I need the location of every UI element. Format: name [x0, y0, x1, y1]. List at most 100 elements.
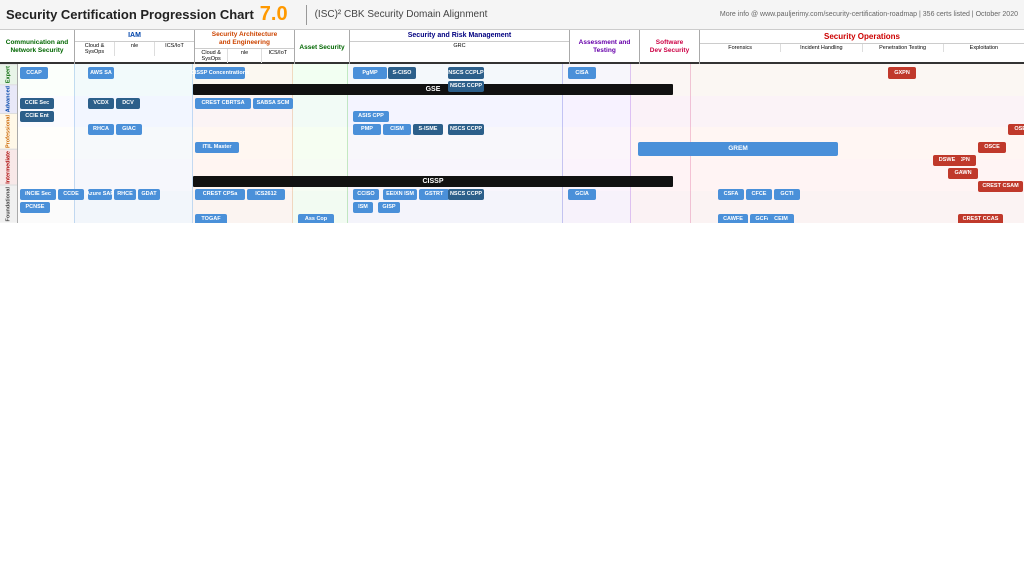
cert-ccie-sec[interactable]: CCIE Sec — [20, 98, 54, 109]
col-secops-sub2: Incident Handling — [781, 44, 862, 52]
col-risk: Security and Risk Management GRC — [350, 30, 570, 64]
main-grid: GSE CISSP CASP+ Programming Language: Py… — [18, 64, 1024, 223]
cert-gcti[interactable]: GCTI — [774, 189, 800, 200]
cert-gisp[interactable]: GISP — [378, 202, 400, 213]
cert-itil-master[interactable]: ITIL Master — [195, 142, 239, 153]
cert-osce[interactable]: OSCE — [978, 142, 1006, 153]
cert-crest-cpsa[interactable]: CREST CPSa — [195, 189, 245, 200]
col-iam-sub1: Cloud & SysOps — [75, 42, 115, 56]
col-comms-label: Communication andNetwork Security — [6, 39, 68, 55]
cert-dswe[interactable]: DSWE — [933, 155, 961, 166]
row-expert: Expert — [0, 64, 17, 84]
cert-dcv[interactable]: DCV — [116, 98, 140, 109]
app-container: Security Certification Progression Chart… — [0, 0, 1024, 223]
cert-sabsa-scm[interactable]: SABSA SCM — [253, 98, 293, 109]
cert-grem[interactable]: GREM — [638, 142, 838, 156]
cert-cciso[interactable]: CCISO — [353, 189, 379, 200]
col-secops-label: Security Operations — [824, 32, 900, 41]
col-software-label: SoftwareDev Security — [650, 39, 689, 55]
col-iam-label: IAM — [128, 30, 141, 39]
col-asset-label: Asset Security — [299, 44, 344, 51]
cert-pmp[interactable]: PMP — [353, 124, 381, 135]
cert-vcdx[interactable]: VCDX — [88, 98, 114, 109]
col-asset: Asset Security — [295, 30, 350, 64]
cissp-bar: CISSP — [193, 176, 673, 187]
cert-osee[interactable]: OSEE — [1008, 124, 1024, 135]
cert-gcia[interactable]: GCIA — [568, 189, 596, 200]
cert-cisa[interactable]: CISA — [568, 67, 596, 79]
row-labels: Expert Advanced Professional Intermediat… — [0, 64, 18, 223]
cert-nscs-ccpp3[interactable]: NSCS CCPP — [448, 189, 484, 200]
cert-cism[interactable]: CISM — [383, 124, 411, 135]
cert-crest-csam[interactable]: CREST CSAM — [978, 181, 1023, 192]
cert-cawfe[interactable]: CAWFE — [718, 214, 748, 223]
col-arch-subs: Cloud & SysOps nle ICS/IoT — [195, 48, 294, 63]
cert-giac[interactable]: GIAC — [116, 124, 142, 135]
cert-ceim[interactable]: CEIM — [768, 214, 794, 223]
col-iam-sub3: ICS/IoT — [155, 42, 194, 56]
cert-azure-sap[interactable]: Azure SAP — [88, 189, 112, 200]
col-risk-sub1: GRC — [350, 42, 569, 50]
cert-pgmp[interactable]: PgMP — [353, 67, 387, 79]
cert-gawn[interactable]: GAWN — [948, 168, 978, 179]
col-assess: Assessment andTesting — [570, 30, 640, 64]
cert-ass-cop[interactable]: Ass Cop — [298, 214, 334, 223]
cert-rhca[interactable]: RHCA — [88, 124, 114, 135]
cert-nscs-ccplp[interactable]: NSCS CCPLP — [448, 67, 484, 79]
cert-rhce[interactable]: RHCE — [114, 189, 136, 200]
cert-s-isme[interactable]: S-ISME — [413, 124, 443, 135]
cert-gxpn-top[interactable]: GXPN — [888, 67, 916, 79]
page-title: Security Certification Progression Chart — [6, 7, 254, 22]
col-iam-sub2: nle — [115, 42, 155, 56]
col-assess-label: Assessment andTesting — [579, 39, 631, 55]
col-risk-subs: GRC — [350, 41, 569, 50]
cert-gstrt[interactable]: GSTRT — [419, 189, 449, 200]
col-arch-sub2: nle — [228, 49, 261, 63]
cert-pcnse[interactable]: PCNSE — [20, 202, 50, 213]
col-secops-sub4: Exploitation — [944, 44, 1024, 52]
col-risk-label: Security and Risk Management — [408, 32, 511, 39]
cert-nscs-ccpp2[interactable]: NSCS CCPP — [448, 124, 484, 135]
col-software: SoftwareDev Security — [640, 30, 700, 64]
col-iam: IAM Cloud & SysOps nle ICS/IoT — [75, 30, 195, 64]
col-arch: Security Architectureand Engineering Clo… — [195, 30, 295, 64]
col-arch-sub3: ICS/IoT — [262, 49, 294, 63]
cert-aws-sa[interactable]: AWS SA — [88, 67, 114, 79]
version-badge: 7.0 — [260, 3, 288, 26]
header: Security Certification Progression Chart… — [0, 0, 1024, 30]
cert-crest-ccas[interactable]: CREST CCAS — [958, 214, 1003, 223]
cert-ccie-ent[interactable]: CCIE Ent — [20, 111, 54, 122]
cert-s-ciso[interactable]: S-CISO — [388, 67, 416, 79]
col-secops: Security Operations Forensics Incident H… — [700, 30, 1024, 64]
cert-nscs-ccpp[interactable]: NSCS CCPP — [448, 81, 484, 92]
cert-ccde[interactable]: CCDE — [58, 189, 84, 200]
col-arch-label: Security Architectureand Engineering — [212, 31, 278, 47]
cert-csfa[interactable]: CSFA — [718, 189, 744, 200]
row-professional: Professional — [0, 113, 17, 149]
col-iam-subs: Cloud & SysOps nle ICS/IoT — [75, 41, 194, 56]
cert-ics2612[interactable]: ICS2612 — [247, 189, 285, 200]
col-arch-sub1: Cloud & SysOps — [195, 49, 228, 63]
header-divider — [306, 5, 307, 25]
cert-gdat[interactable]: GDAT — [138, 189, 160, 200]
cert-crest-cbrtsa[interactable]: CREST CBRTSA — [195, 98, 251, 109]
cert-cissp-conc[interactable]: CISSP Concentrations — [195, 67, 245, 79]
cert-asis-cpp[interactable]: ASIS CPP — [353, 111, 389, 122]
cert-ccap[interactable]: CCAP — [20, 67, 48, 79]
row-intermediate: Intermediate — [0, 149, 17, 185]
cbk-title: (ISC)² CBK Security Domain Alignment — [315, 9, 720, 20]
column-headers: Communication andNetwork Security IAM Cl… — [0, 30, 1024, 64]
col-secops-subs: Forensics Incident Handling Penetration … — [700, 43, 1024, 52]
cert-ism[interactable]: ISM — [353, 202, 373, 213]
content-area: Expert Advanced Professional Intermediat… — [0, 64, 1024, 223]
col-secops-sub1: Forensics — [700, 44, 781, 52]
cert-cfce[interactable]: CFCE — [746, 189, 772, 200]
cert-eeixn-ism[interactable]: EEIXN ISM — [383, 189, 417, 200]
row-foundational: Foundational — [0, 185, 17, 223]
row-advanced: Advanced — [0, 84, 17, 113]
col-secops-sub3: Penetration Testing — [863, 44, 944, 52]
cert-incie-sec[interactable]: iNCIE Sec — [20, 189, 56, 200]
header-info: More info @ www.pauljerimy.com/security-… — [720, 11, 1018, 18]
gse-bar: GSE — [193, 84, 673, 95]
cert-togaf[interactable]: TOGAF — [195, 214, 227, 223]
